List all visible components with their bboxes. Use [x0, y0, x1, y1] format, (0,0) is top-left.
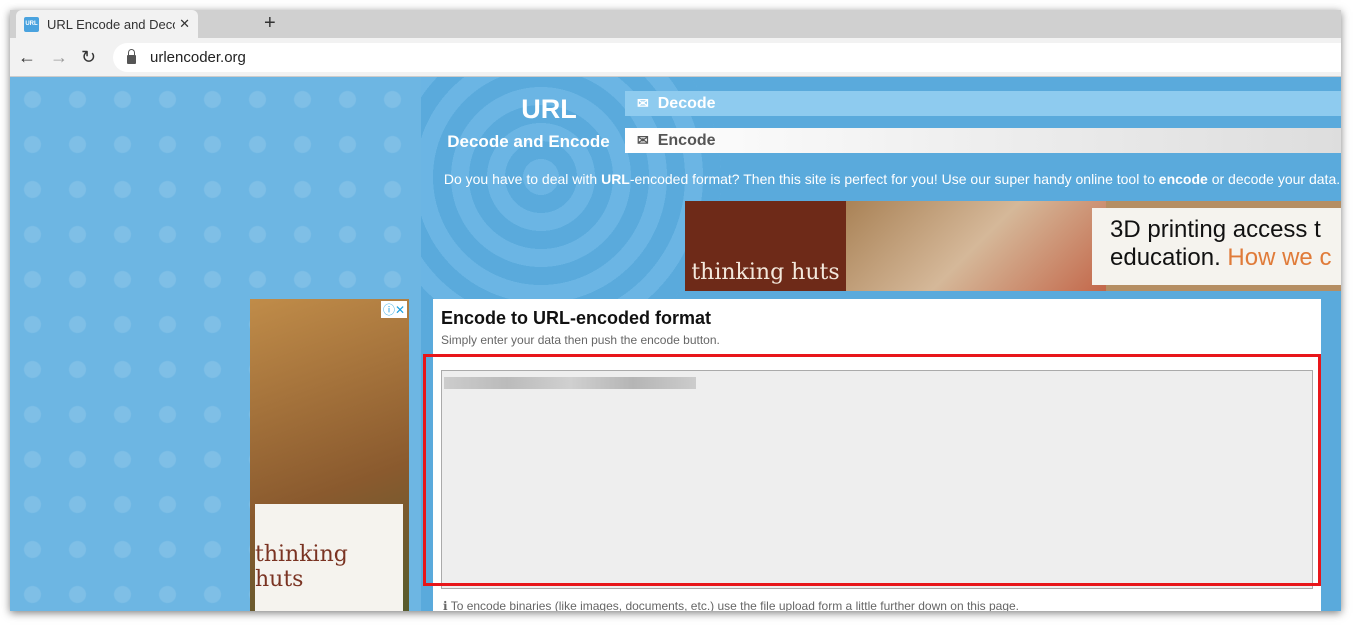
nav-decode-label: Decode: [657, 94, 716, 112]
envelope-icon: ✉: [637, 132, 649, 148]
ad-info-close-icon[interactable]: ⓘ✕: [380, 301, 407, 318]
info-icon: ℹ: [443, 599, 448, 611]
page: URL Decode and Encode ✉ Decode ✉ Encode Do…: [10, 77, 1341, 611]
url-input[interactable]: urlencoder.org: [113, 43, 1341, 72]
lock-icon: [127, 49, 136, 64]
url-text: urlencoder.org: [150, 49, 246, 66]
tab-bar: URL URL Encode and Decode - ( ✕ +: [10, 10, 1341, 38]
new-tab-button[interactable]: +: [264, 12, 276, 35]
ad-brand-logo: thinking huts: [685, 201, 846, 291]
reload-icon[interactable]: ↻: [81, 47, 96, 68]
ad-image: [846, 201, 1106, 291]
highlight-box: [423, 354, 1321, 586]
logo-subtitle[interactable]: Decode and Encode: [436, 132, 621, 152]
forward-icon[interactable]: →: [50, 47, 68, 68]
nav-decode[interactable]: ✉ Decode: [625, 91, 1341, 116]
nav-encode[interactable]: ✉ Encode: [625, 128, 1341, 153]
close-tab-icon[interactable]: ✕: [179, 16, 190, 32]
nav-encode-label: Encode: [657, 131, 716, 149]
ad-brand-logo: thinking huts: [255, 504, 403, 611]
side-ad[interactable]: ⓘ✕ thinking huts: [250, 299, 409, 611]
logo-title[interactable]: URL: [494, 94, 604, 125]
panel-title: Encode to URL-encoded format: [441, 308, 712, 328]
favicon-icon: URL: [24, 16, 39, 32]
browser-window: URL URL Encode and Decode - ( ✕ + ← → ↻ …: [10, 10, 1341, 611]
back-icon[interactable]: ←: [18, 47, 36, 68]
browser-tab[interactable]: URL URL Encode and Decode - ( ✕: [16, 10, 198, 38]
address-bar: ← → ↻ urlencoder.org: [10, 38, 1341, 77]
panel-subtitle: Simply enter your data then push the enc…: [441, 333, 720, 347]
tab-title: URL Encode and Decode - (: [47, 16, 175, 32]
encode-panel: Encode to URL-encoded format Simply ente…: [423, 299, 1321, 611]
intro-text: Do you have to deal with URL-encoded for…: [443, 171, 1341, 187]
banner-ad[interactable]: thinking huts 3D printing access t educat…: [685, 201, 1341, 291]
ad-copy: 3D printing access t education. How we c: [1092, 208, 1341, 285]
upload-note: ℹ To encode binaries (like images, docum…: [443, 599, 1019, 611]
envelope-open-icon: ✉: [637, 95, 649, 111]
